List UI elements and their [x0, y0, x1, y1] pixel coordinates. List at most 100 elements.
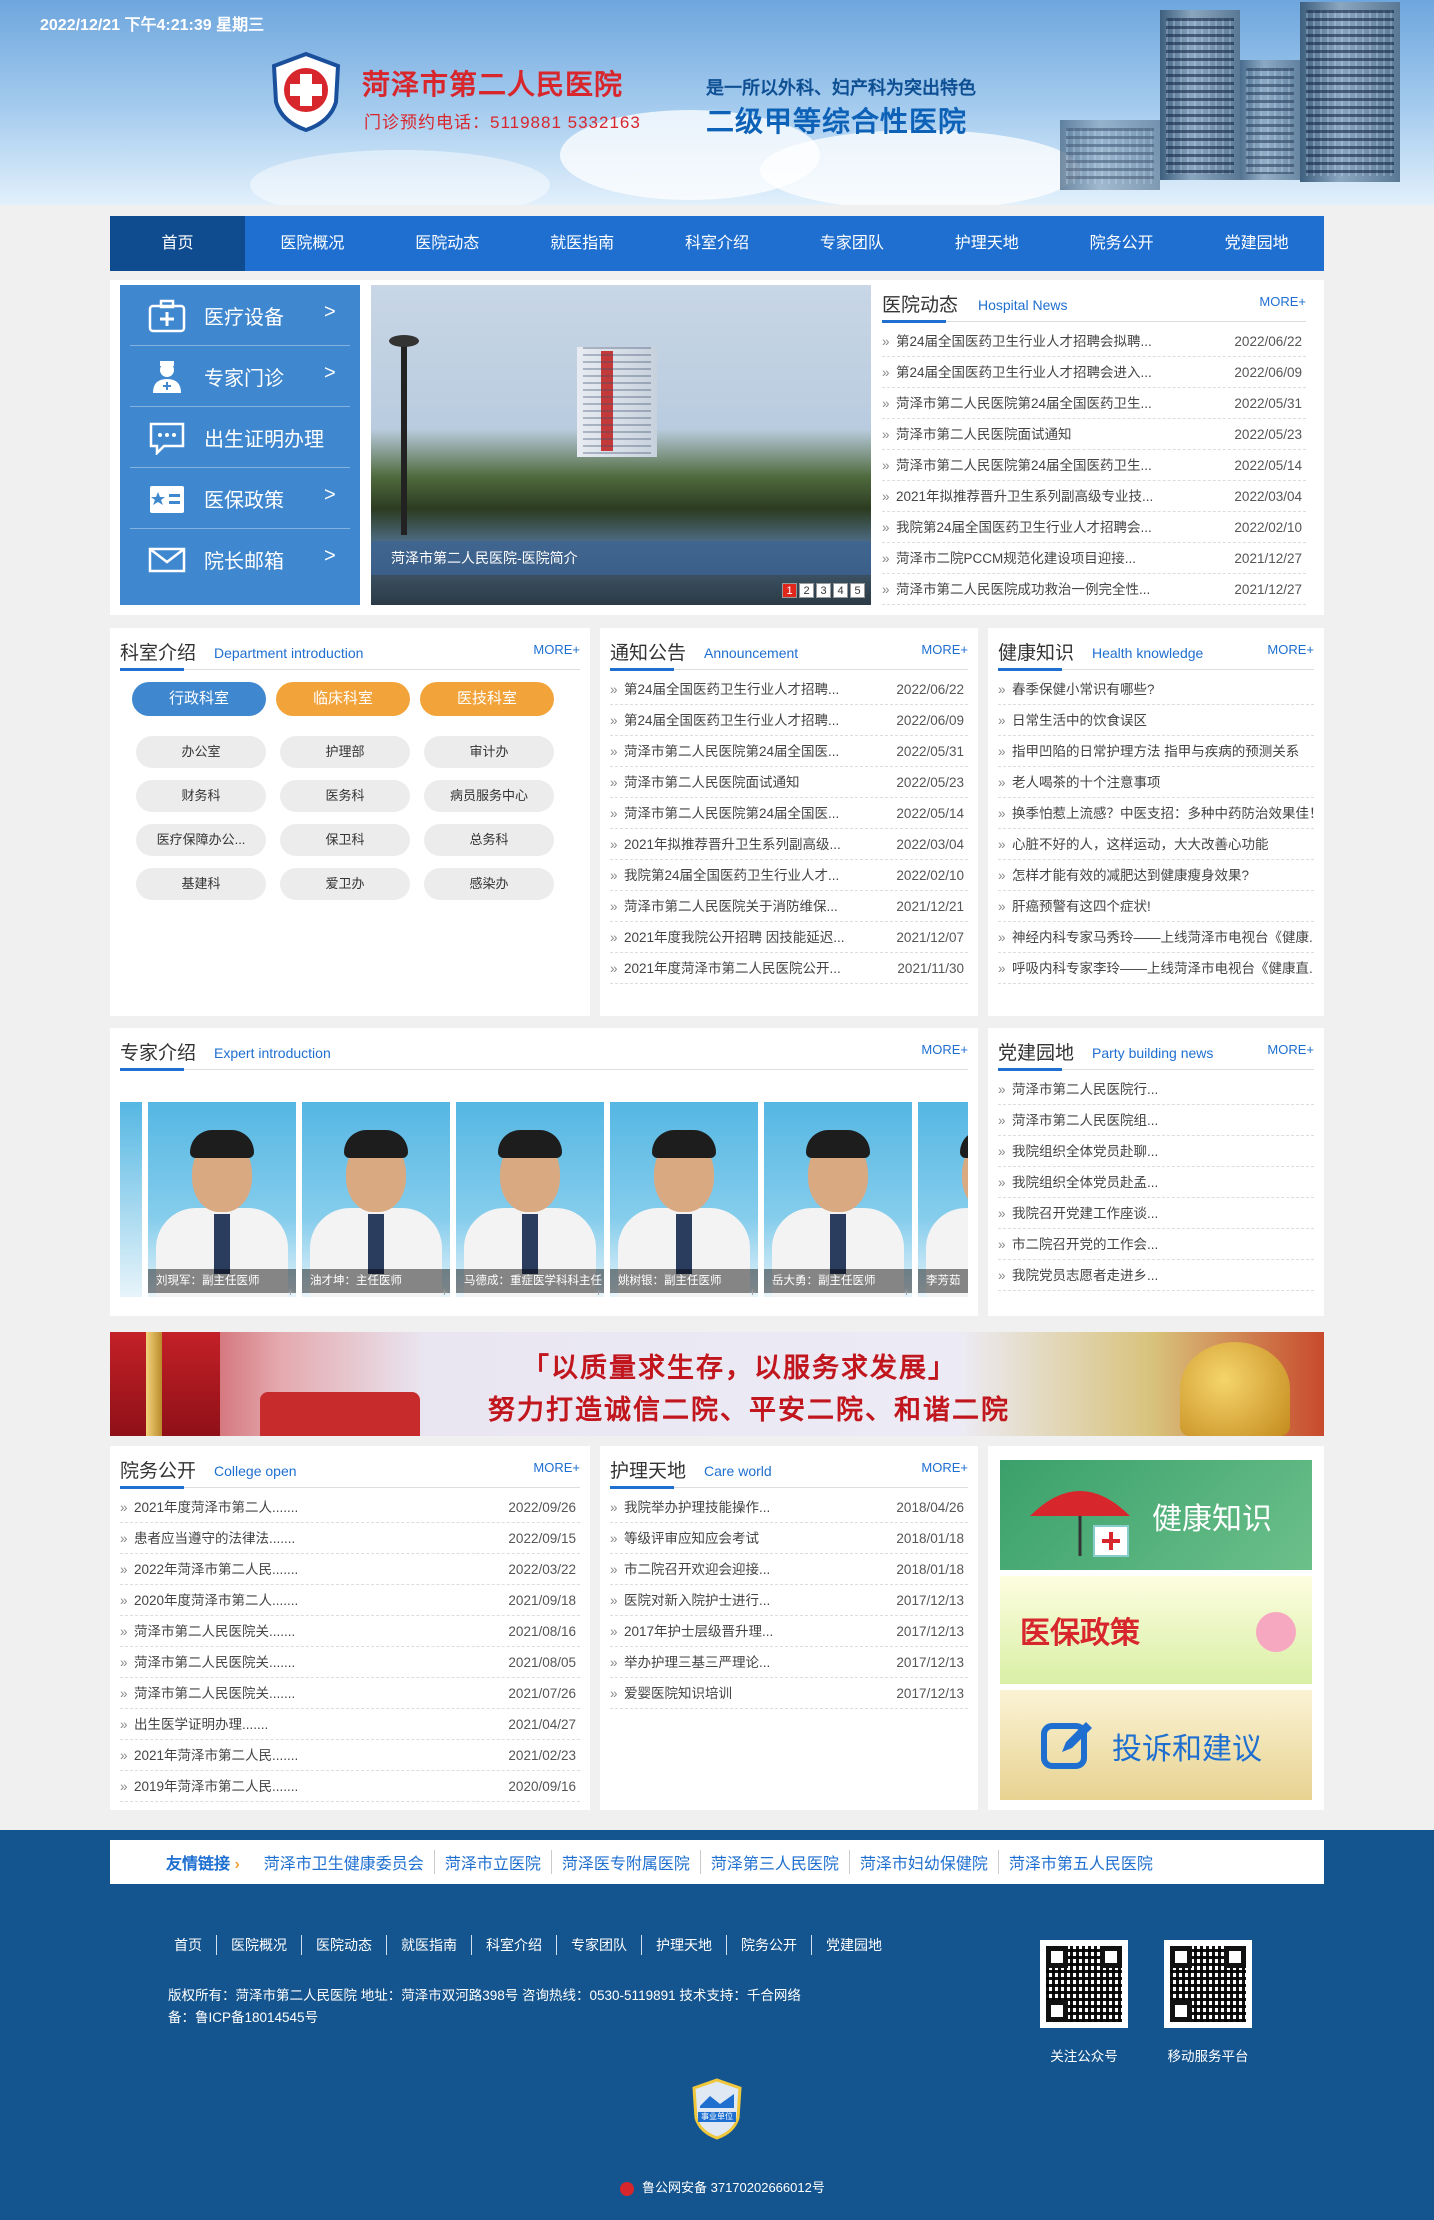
list-item-title[interactable]: 我院召开党建工作座谈...: [998, 1198, 1158, 1228]
ad-medical-insurance[interactable]: 医保政策: [1000, 1576, 1312, 1684]
list-item-title[interactable]: 菏泽市第二人民医院第24届全国医...: [610, 736, 839, 766]
plus-icon[interactable]: +: [287, 1285, 294, 1297]
department-item[interactable]: 爱卫办: [280, 868, 410, 900]
footer-nav-item[interactable]: 党建园地: [812, 1935, 896, 1955]
nav-guide[interactable]: 就医指南: [515, 216, 650, 271]
department-item[interactable]: 基建科: [136, 868, 266, 900]
list-item-title[interactable]: 菏泽市二院PCCM规范化建设项目迎接...: [882, 543, 1136, 573]
list-item[interactable]: 2019年菏泽市第二人民....... 2020/09/16: [120, 1771, 580, 1802]
department-item[interactable]: 护理部: [280, 736, 410, 768]
footer-nav-item[interactable]: 医院动态: [302, 1935, 387, 1955]
list-item-title[interactable]: 医院对新入院护士进行...: [610, 1585, 770, 1615]
list-item-title[interactable]: 菏泽市第二人民医院关.......: [120, 1678, 295, 1708]
carousel-page[interactable]: 1: [782, 583, 797, 598]
more-link[interactable]: MORE+: [533, 642, 580, 657]
list-item-title[interactable]: 第24届全国医药卫生行业人才招聘会拟聘...: [882, 326, 1152, 356]
expert-card[interactable]: 岳大勇：副主任医师 +: [764, 1102, 912, 1297]
nav-departments[interactable]: 科室介绍: [650, 216, 785, 271]
tab-medtech-departments[interactable]: 医技科室: [420, 682, 554, 716]
nav-party[interactable]: 党建园地: [1189, 216, 1324, 271]
expert-card[interactable]: 李芳茹+: [918, 1102, 968, 1297]
list-item[interactable]: 2021年度菏泽市第二人民医院公开... 2021/11/30: [610, 953, 968, 984]
department-item[interactable]: 医疗保障办公...: [136, 824, 266, 856]
friend-link[interactable]: 菏泽市立医院: [435, 1850, 552, 1874]
list-item[interactable]: 第24届全国医药卫生行业人才招聘会进入... 2022/06/09: [882, 357, 1306, 388]
quick-link-insurance[interactable]: 医保政策 >: [130, 468, 350, 529]
list-item[interactable]: 日常生活中的饮食误区: [998, 705, 1314, 736]
expert-card[interactable]: 姚树银：副主任医师 +: [610, 1102, 758, 1297]
plus-icon[interactable]: +: [595, 1285, 602, 1297]
list-item[interactable]: 指甲凹陷的日常护理方法 指甲与疾病的预测关系: [998, 736, 1314, 767]
ad-complaints-suggestions[interactable]: 投诉和建议: [1000, 1690, 1312, 1800]
list-item-title[interactable]: 神经内科专家马秀玲——上线菏泽市电视台《健康...: [998, 922, 1314, 952]
list-item-title[interactable]: 菏泽市第二人民医院面试通知: [610, 767, 799, 797]
photo-carousel[interactable]: 菏泽市第二人民医院-医院简介 1 2 3 4 5: [371, 285, 871, 605]
nav-nursing[interactable]: 护理天地: [919, 216, 1054, 271]
list-item[interactable]: 医院对新入院护士进行... 2017/12/13: [610, 1585, 968, 1616]
footer-nav-item[interactable]: 医院概况: [217, 1935, 302, 1955]
list-item-title[interactable]: 出生医学证明办理.......: [120, 1709, 268, 1739]
list-item-title[interactable]: 日常生活中的饮食误区: [998, 705, 1147, 735]
list-item[interactable]: 2022年菏泽市第二人民....... 2022/03/22: [120, 1554, 580, 1585]
list-item[interactable]: 我院党员志愿者走进乡...: [998, 1260, 1314, 1291]
list-item-title[interactable]: 市二院召开欢迎会迎接...: [610, 1554, 770, 1584]
list-item-title[interactable]: 第24届全国医药卫生行业人才招聘...: [610, 705, 839, 735]
list-item[interactable]: 出生医学证明办理....... 2021/04/27: [120, 1709, 580, 1740]
list-item[interactable]: 菏泽市第二人民医院行...: [998, 1074, 1314, 1105]
list-item-title[interactable]: 2020年度菏泽市第二人.......: [120, 1585, 298, 1615]
list-item[interactable]: 菏泽市第二人民医院关....... 2021/07/26: [120, 1678, 580, 1709]
more-link[interactable]: MORE+: [921, 642, 968, 657]
list-item[interactable]: 2021年拟推荐晋升卫生系列副高级专业技... 2022/03/04: [882, 481, 1306, 512]
friend-link[interactable]: 菏泽第三人民医院: [701, 1850, 850, 1874]
list-item[interactable]: 我院组织全体党员赴聊...: [998, 1136, 1314, 1167]
footer-nav-item[interactable]: 护理天地: [642, 1935, 727, 1955]
list-item-title[interactable]: 我院组织全体党员赴孟...: [998, 1167, 1158, 1197]
list-item[interactable]: 心脏不好的人，这样运动，大大改善心功能: [998, 829, 1314, 860]
plus-icon[interactable]: +: [903, 1285, 910, 1297]
list-item[interactable]: 神经内科专家马秀玲——上线菏泽市电视台《健康...: [998, 922, 1314, 953]
list-item[interactable]: 菏泽市第二人民医院面试通知 2022/05/23: [882, 419, 1306, 450]
department-item[interactable]: 总务科: [424, 824, 554, 856]
list-item-title[interactable]: 我院第24届全国医药卫生行业人才招聘会...: [882, 512, 1152, 542]
list-item[interactable]: 菏泽市第二人民医院第24届全国医... 2022/05/31: [610, 736, 968, 767]
nav-affairs[interactable]: 院务公开: [1054, 216, 1189, 271]
friend-link[interactable]: 菏泽市卫生健康委员会: [254, 1850, 435, 1874]
expert-card[interactable]: 油才坤：主任医师 +: [302, 1102, 450, 1297]
list-item[interactable]: 菏泽市第二人民医院第24届全国医药卫生... 2022/05/31: [882, 388, 1306, 419]
list-item-title[interactable]: 我院举办护理技能操作...: [610, 1492, 770, 1522]
list-item-title[interactable]: 菏泽市第二人民医院关.......: [120, 1647, 295, 1677]
list-item-title[interactable]: 爱婴医院知识培训: [610, 1678, 732, 1708]
list-item-title[interactable]: 2021年拟推荐晋升卫生系列副高级...: [610, 829, 841, 859]
list-item-title[interactable]: 2021年拟推荐晋升卫生系列副高级专业技...: [882, 481, 1153, 511]
hospital-logo[interactable]: [270, 52, 342, 132]
footer-nav-item[interactable]: 科室介绍: [472, 1935, 557, 1955]
more-link[interactable]: MORE+: [1267, 1042, 1314, 1057]
friend-link[interactable]: 菏泽医专附属医院: [552, 1850, 701, 1874]
list-item[interactable]: 举办护理三基三严理论... 2017/12/13: [610, 1647, 968, 1678]
list-item-title[interactable]: 怎样才能有效的减肥达到健康瘦身效果?: [998, 860, 1249, 890]
footer-nav-item[interactable]: 首页: [164, 1935, 217, 1955]
nav-news[interactable]: 医院动态: [380, 216, 515, 271]
department-item[interactable]: 病员服务中心: [424, 780, 554, 812]
list-item[interactable]: 春季保健小常识有哪些?: [998, 674, 1314, 705]
list-item-title[interactable]: 菏泽市第二人民医院关.......: [120, 1616, 295, 1646]
list-item-title[interactable]: 患者应当遵守的法律法.......: [120, 1523, 295, 1553]
list-item-title[interactable]: 第24届全国医药卫生行业人才招聘会进入...: [882, 357, 1152, 387]
expert-card[interactable]: 马德成：重症医学科科主任 +: [456, 1102, 604, 1297]
list-item-title[interactable]: 换季怕惹上流感？中医支招：多种中药防治效果佳！: [998, 798, 1314, 828]
list-item-title[interactable]: 肝癌预警有这四个症状!: [998, 891, 1151, 921]
list-item-title[interactable]: 2019年菏泽市第二人民.......: [120, 1771, 298, 1801]
department-item[interactable]: 办公室: [136, 736, 266, 768]
list-item-title[interactable]: 心脏不好的人，这样运动，大大改善心功能: [998, 829, 1268, 859]
list-item-title[interactable]: 市二院召开党的工作会...: [998, 1229, 1158, 1259]
list-item[interactable]: 2017年护士层级晋升理... 2017/12/13: [610, 1616, 968, 1647]
list-item-title[interactable]: 菏泽市第二人民医院第24届全国医...: [610, 798, 839, 828]
tab-clinical-departments[interactable]: 临床科室: [276, 682, 410, 716]
more-link[interactable]: MORE+: [1267, 642, 1314, 657]
list-item-title[interactable]: 指甲凹陷的日常护理方法 指甲与疾病的预测关系: [998, 736, 1299, 766]
list-item-title[interactable]: 第24届全国医药卫生行业人才招聘...: [610, 674, 839, 704]
department-item[interactable]: 医务科: [280, 780, 410, 812]
list-item[interactable]: 等级评审应知应会考试 2018/01/18: [610, 1523, 968, 1554]
list-item-title[interactable]: 菏泽市第二人民医院关于消防维保...: [610, 891, 838, 921]
more-link[interactable]: MORE+: [921, 1460, 968, 1475]
